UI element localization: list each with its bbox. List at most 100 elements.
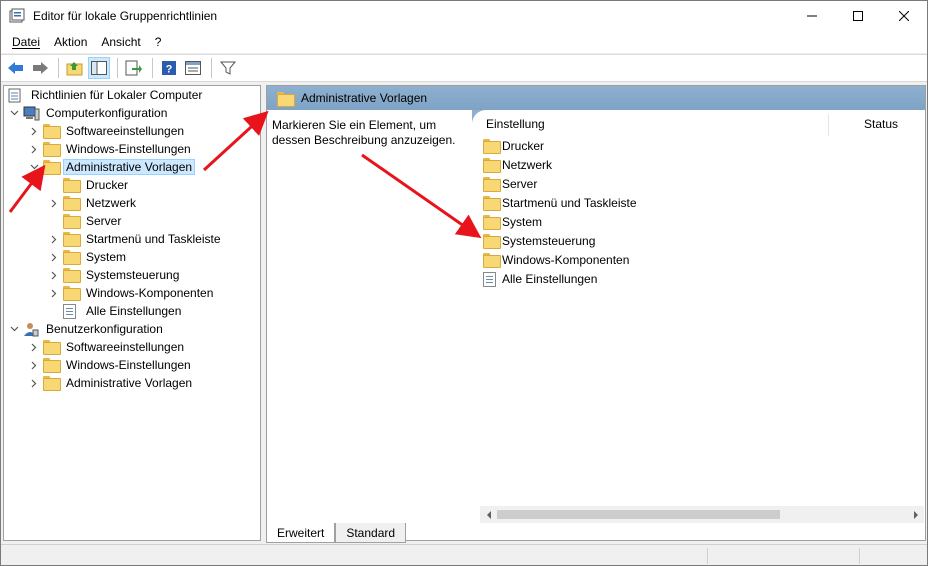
chevron-right-icon[interactable] (48, 284, 60, 302)
tree-item-netzwerk[interactable]: Netzwerk (48, 194, 139, 212)
folder-icon (483, 214, 501, 230)
tree-label: Startmenü und Taskleiste (86, 232, 221, 246)
list-item-netzwerk[interactable]: Netzwerk (483, 155, 552, 174)
column-divider[interactable] (828, 114, 829, 136)
description-text: Markieren Sie ein Element, um dessen Bes… (272, 118, 456, 147)
toolbar-separator (152, 58, 153, 78)
tree-label: Windows-Einstellungen (66, 358, 191, 372)
tree-item-user-windows-settings[interactable]: Windows-Einstellungen (28, 356, 194, 374)
export-list-icon[interactable] (123, 57, 145, 79)
tree-item-user-config[interactable]: Benutzerkonfiguration (8, 320, 166, 338)
filter-icon[interactable] (217, 57, 239, 79)
description-panel: Markieren Sie ein Element, um dessen Bes… (267, 110, 472, 506)
list-item-system[interactable]: System (483, 212, 542, 231)
tree-label: Softwareeinstellungen (66, 340, 185, 354)
tree-item-server[interactable]: Server (48, 212, 124, 230)
minimize-button[interactable] (789, 1, 835, 31)
folder-icon (277, 91, 295, 107)
tree-item-root[interactable]: Richtlinien für Lokaler Computer (6, 86, 205, 104)
tree-label: Systemsteuerung (86, 268, 180, 282)
show-hide-tree-icon[interactable] (88, 57, 110, 79)
folder-icon (43, 340, 61, 355)
tree-item-drucker[interactable]: Drucker (48, 176, 131, 194)
forward-icon[interactable] (29, 57, 51, 79)
tree-label: Administrative Vorlagen (63, 159, 196, 175)
back-icon[interactable] (5, 57, 27, 79)
chevron-right-icon[interactable] (48, 266, 60, 284)
window: Editor für lokale Gruppenrichtlinien Dat… (0, 0, 928, 566)
folder-icon (63, 196, 81, 211)
tree-item-computer-config[interactable]: Computerkonfiguration (8, 104, 170, 122)
folder-icon (63, 232, 81, 247)
folder-icon (43, 142, 61, 157)
chevron-right-icon[interactable] (48, 248, 60, 266)
horizontal-scrollbar[interactable] (480, 506, 924, 523)
tree-label: Windows-Komponenten (86, 286, 214, 300)
list-header: Einstellung Status (480, 114, 924, 136)
column-header-status[interactable]: Status (864, 117, 898, 131)
tree-pane: Richtlinien für Lokaler Computer Compute… (3, 85, 261, 541)
chevron-right-icon[interactable] (48, 194, 60, 212)
window-title: Editor für lokale Gruppenrichtlinien (33, 9, 218, 23)
tree-item-administrative-templates[interactable]: Administrative Vorlagen (28, 158, 196, 176)
tree-item-user-software-settings[interactable]: Softwareeinstellungen (28, 338, 187, 356)
up-folder-icon[interactable] (64, 57, 86, 79)
toolbar: ? (1, 54, 927, 82)
chevron-right-icon[interactable] (28, 140, 40, 158)
tree-label: Alle Einstellungen (86, 304, 182, 318)
list-item-systemsteuerung[interactable]: Systemsteuerung (483, 231, 595, 250)
scroll-left-icon[interactable] (480, 506, 497, 523)
tree-label: Server (86, 214, 122, 228)
chevron-right-icon[interactable] (28, 356, 40, 374)
properties-icon[interactable] (182, 57, 204, 79)
list-item-drucker[interactable]: Drucker (483, 136, 544, 155)
list-item-windows-komponenten[interactable]: Windows-Komponenten (483, 250, 629, 269)
tree-item-systemsteuerung[interactable]: Systemsteuerung (48, 266, 182, 284)
scroll-right-icon[interactable] (907, 506, 924, 523)
help-icon[interactable]: ? (158, 57, 180, 79)
tree-label: Softwareeinstellungen (66, 124, 185, 138)
scrollbar-thumb[interactable] (497, 510, 780, 519)
tree-item-software-settings[interactable]: Softwareeinstellungen (28, 122, 187, 140)
column-header-setting[interactable]: Einstellung (486, 117, 545, 131)
tree-item-windows-settings[interactable]: Windows-Einstellungen (28, 140, 194, 158)
chevron-down-icon[interactable] (8, 320, 20, 338)
tree-label: Windows-Einstellungen (66, 142, 191, 156)
tree-label: Richtlinien für Lokaler Computer (31, 88, 203, 102)
tree-item-windows-komponenten[interactable]: Windows-Komponenten (48, 284, 216, 302)
folder-icon (483, 157, 501, 173)
menu-help[interactable]: ? (148, 35, 169, 49)
chevron-right-icon[interactable] (28, 374, 40, 392)
chevron-down-icon[interactable] (28, 158, 40, 176)
chevron-right-icon[interactable] (28, 338, 40, 356)
all-settings-icon (63, 304, 79, 319)
folder-icon (483, 138, 501, 154)
folder-icon (483, 195, 501, 211)
computer-icon (23, 106, 40, 121)
folder-icon (483, 176, 501, 192)
chevron-right-icon[interactable] (28, 122, 40, 140)
list-item-startmenu[interactable]: Startmenü und Taskleiste (483, 193, 637, 212)
menu-aktion[interactable]: Aktion (47, 35, 94, 49)
list-item-label: Netzwerk (502, 157, 553, 172)
chevron-right-icon[interactable] (48, 230, 60, 248)
toolbar-separator (117, 58, 118, 78)
tab-erweitert[interactable]: Erweitert (266, 523, 336, 543)
menu-datei[interactable]: Datei (5, 35, 47, 49)
folder-icon (483, 252, 501, 268)
menu-ansicht[interactable]: Ansicht (94, 35, 147, 49)
tree-item-system[interactable]: System (48, 248, 129, 266)
list-item-alle-einstellungen[interactable]: Alle Einstellungen (483, 269, 597, 288)
tab-standard[interactable]: Standard (335, 523, 407, 543)
tree-label: Drucker (86, 178, 129, 192)
policy-document-icon (8, 88, 24, 103)
svg-text:?: ? (166, 64, 173, 76)
tree-item-user-administrative-templates[interactable]: Administrative Vorlagen (28, 374, 195, 392)
list-item-server[interactable]: Server (483, 174, 537, 193)
tree-item-startmenu[interactable]: Startmenü und Taskleiste (48, 230, 224, 248)
chevron-down-icon[interactable] (8, 104, 20, 122)
tree-item-alle-einstellungen[interactable]: Alle Einstellungen (48, 302, 184, 320)
close-button[interactable] (881, 1, 927, 31)
tree-label: Administrative Vorlagen (66, 376, 193, 390)
maximize-button[interactable] (835, 1, 881, 31)
